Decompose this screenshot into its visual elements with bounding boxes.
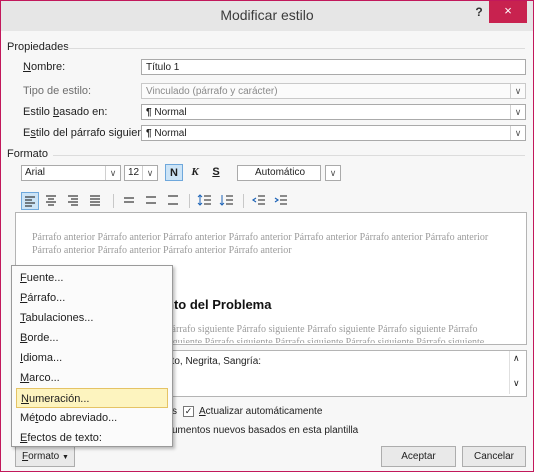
menu-item-marco[interactable]: Marco... [16, 368, 168, 388]
increase-indent-button[interactable] [273, 192, 291, 210]
menu-item-parrafo[interactable]: Párrafo... [16, 288, 168, 308]
description-text: pto, Negrita, Sangría: [166, 356, 262, 367]
color-value: Automático [255, 167, 306, 178]
font-value: Arial [25, 167, 46, 178]
modify-style-dialog: Modificar estilo ? × Propiedades Nombre:… [0, 0, 534, 472]
space-after-button[interactable] [219, 192, 237, 210]
title-bar: Modificar estilo ? × [1, 1, 533, 31]
paragraph-spacing-icon [219, 195, 233, 206]
preview-heading: nto del Problema [166, 297, 272, 312]
chevron-down-icon: ∨ [105, 166, 120, 180]
format-button-label-rest: ormato [28, 451, 60, 462]
color-select[interactable]: Automático [237, 165, 321, 181]
next-style-select[interactable]: ¶ Normal ∨ [141, 125, 526, 141]
underline-button[interactable]: S [207, 164, 225, 181]
chevron-down-icon: ∨ [142, 166, 157, 180]
menu-item-numeracion[interactable]: Numeración... [16, 388, 168, 408]
based-on-select[interactable]: ¶ Normal ∨ [141, 104, 526, 120]
divider [189, 194, 190, 208]
align-center-icon [46, 195, 56, 206]
chevron-down-icon: ∨ [329, 168, 337, 178]
section-properties: Propiedades [7, 41, 69, 53]
menu-item-borde[interactable]: Borde... [16, 328, 168, 348]
next-style-label: Estilo del párrafo siguiente: [23, 127, 156, 139]
name-field[interactable]: Título 1 [141, 59, 526, 75]
cancel-button[interactable]: Cancelar [462, 446, 526, 467]
font-select[interactable]: Arial ∨ [21, 165, 121, 181]
divider [67, 48, 525, 49]
menu-item-efectos-de-texto[interactable]: Efectos de texto: [16, 428, 168, 448]
line-spacing-icon [124, 197, 134, 203]
chevron-down-icon: ∨ [510, 105, 525, 119]
line-spacing-icon [168, 195, 178, 205]
bold-button[interactable]: N [165, 164, 183, 181]
size-value: 12 [128, 167, 140, 178]
name-label: Nombre: [23, 61, 66, 73]
increase-indent-icon [274, 195, 287, 205]
align-left-icon [25, 196, 35, 207]
auto-update-label: Actualizar automáticamente [199, 406, 323, 417]
single-spacing-button[interactable] [121, 192, 139, 210]
style-type-value: Vinculado (párrafo y carácter) [146, 86, 278, 97]
align-right-button[interactable] [65, 192, 83, 210]
style-type-select: Vinculado (párrafo y carácter) ∨ [141, 83, 526, 99]
auto-update-checkbox[interactable]: ✓ [183, 406, 194, 417]
menu-item-fuente[interactable]: Fuente... [16, 268, 168, 288]
accept-button[interactable]: Aceptar [381, 446, 456, 467]
divider [243, 194, 244, 208]
italic-button[interactable]: K [186, 164, 204, 181]
chevron-down-icon: ∨ [510, 84, 525, 98]
one-half-spacing-button[interactable] [143, 192, 161, 210]
chevron-down-icon: ∨ [510, 126, 525, 140]
based-on-label: Estilo basado en: [23, 106, 108, 118]
color-dropdown-button[interactable]: ∨ [325, 165, 341, 181]
based-on-value: Normal [154, 107, 187, 118]
align-center-button[interactable] [43, 192, 61, 210]
decrease-indent-button[interactable] [251, 192, 269, 210]
help-button[interactable]: ? [471, 5, 487, 23]
size-select[interactable]: 12 ∨ [124, 165, 158, 181]
scroll-down-icon[interactable]: ∨ [513, 378, 520, 389]
double-spacing-button[interactable] [165, 192, 183, 210]
paragraph-mark-icon: ¶ [146, 107, 152, 118]
line-spacing-icon [146, 196, 156, 204]
justify-button[interactable] [87, 192, 105, 210]
caret-down-icon: ▼ [62, 454, 69, 461]
align-left-button[interactable] [21, 192, 39, 210]
dialog-title: Modificar estilo [220, 7, 314, 23]
divider [113, 194, 114, 208]
align-right-icon [68, 195, 78, 206]
section-format: Formato [7, 148, 48, 160]
new-documents-fragment: umentos nuevos basados en esta plantilla [172, 425, 359, 436]
scroll-up-icon[interactable]: ∧ [513, 353, 520, 364]
preview-previous-paragraph: Párrafo anterior Párrafo anterior Párraf… [32, 232, 489, 256]
paragraph-mark-icon: ¶ [146, 128, 152, 139]
format-dropdown-menu: Fuente... Párrafo... Tabulaciones... Bor… [11, 265, 173, 447]
menu-item-tabulaciones[interactable]: Tabulaciones... [16, 308, 168, 328]
menu-item-metodo-abreviado[interactable]: Método abreviado... [16, 408, 168, 428]
description-scrollbar[interactable]: ∧ ∨ [509, 351, 526, 394]
paragraph-spacing-icon [197, 194, 211, 206]
close-button[interactable]: × [489, 1, 527, 23]
next-style-value: Normal [154, 128, 187, 139]
menu-item-idioma[interactable]: Idioma... [16, 348, 168, 368]
style-type-label: Tipo de estilo: [23, 85, 92, 97]
preview-next-paragraph: Párrafo siguiente Párrafo siguiente Párr… [166, 324, 485, 343]
space-before-button[interactable] [197, 192, 215, 210]
divider [53, 155, 525, 156]
justify-icon [90, 195, 100, 206]
format-menu-button[interactable]: Formato ▼ [15, 446, 75, 467]
decrease-indent-icon [251, 195, 265, 205]
